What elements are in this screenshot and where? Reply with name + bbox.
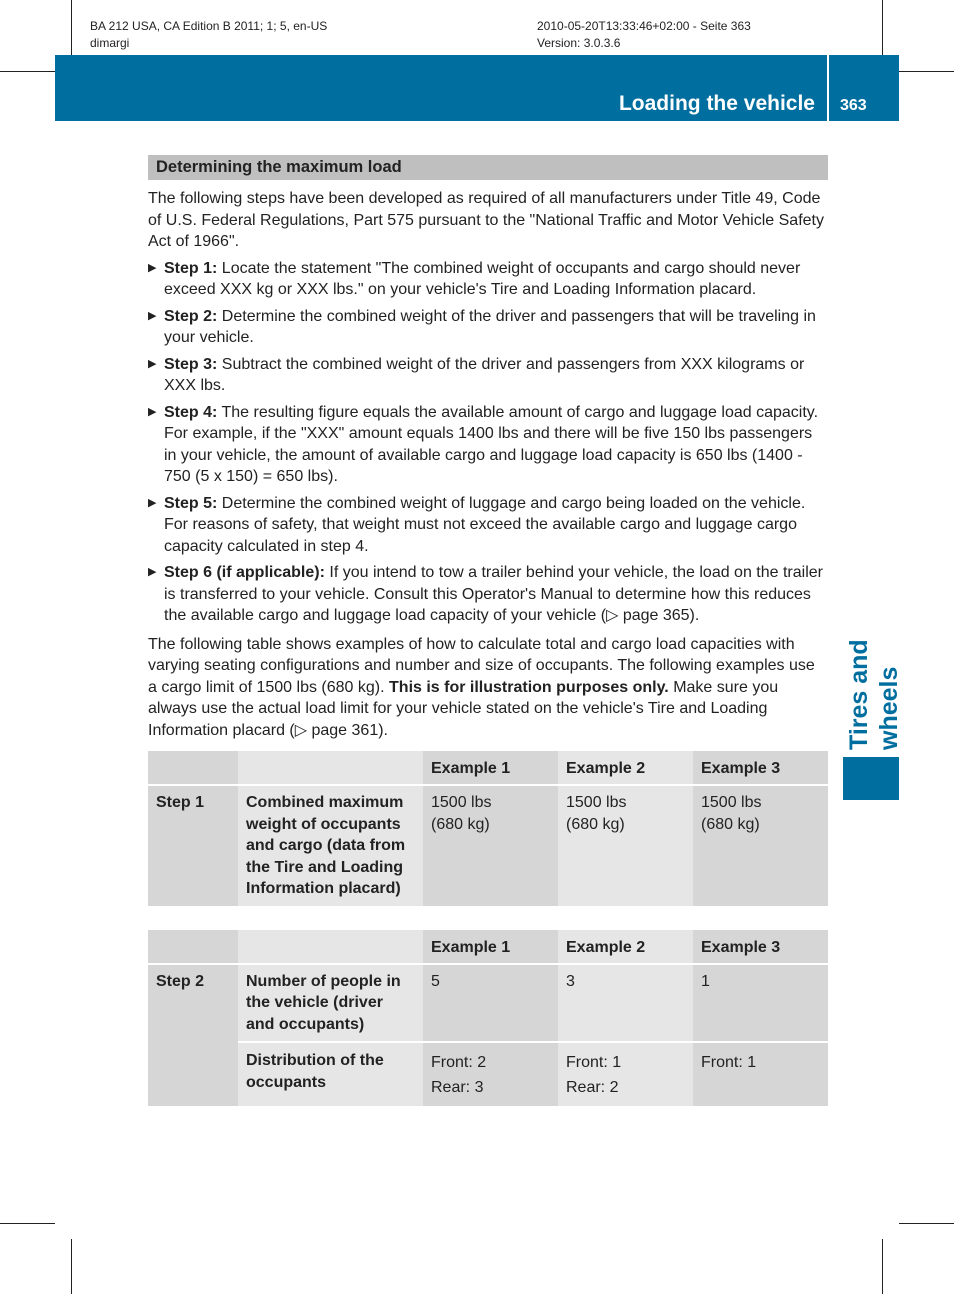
table-header-cell: [148, 751, 238, 785]
step-label: Step 4:: [164, 403, 218, 421]
crop-mark: [71, 1239, 72, 1294]
print-meta-right: 2010-05-20T13:33:46+02:00 - Seite 363 Ve…: [537, 18, 751, 52]
table-header-cell: Example 1: [423, 751, 558, 785]
value-line: Rear: 3: [431, 1079, 484, 1096]
author-info: dimargi: [90, 36, 130, 50]
table-row: Step 1 Combined maximum weight of occupa…: [148, 784, 828, 906]
page-number: 363: [840, 97, 867, 114]
table-row: Step 2 Number of people in the vehicle (…: [148, 962, 828, 1106]
value-cell: 3: [558, 962, 693, 1042]
value-cell: Front: 1 Rear: 2: [558, 1041, 693, 1106]
crop-mark: [71, 0, 72, 55]
step-item: ▶ Step 1: Locate the statement "The combi…: [148, 258, 828, 301]
crop-mark: [899, 71, 954, 72]
table-header-cell: [238, 751, 423, 785]
value-line: Front: 2: [431, 1054, 487, 1071]
row-label-cell: Combined maximum weight of occupants and…: [238, 784, 423, 906]
step-text: Determine the combined weight of luggage…: [164, 494, 806, 555]
value-cell: 1: [693, 962, 828, 1042]
value-cell: 1500 lbs (680 kg): [423, 784, 558, 906]
page-title: Loading the vehicle: [618, 92, 815, 115]
value-line: (680 kg): [566, 815, 625, 833]
table-header-row: Example 1 Example 2 Example 3: [148, 751, 828, 785]
row-label-cell: Distribution of the occupants: [238, 1041, 423, 1106]
table-header-cell: Example 2: [558, 929, 693, 964]
illustration-note: This is for illustration purposes only.: [389, 678, 669, 696]
timestamp-info: 2010-05-20T13:33:46+02:00 - Seite 363: [537, 19, 751, 33]
table-intro-paragraph: The following table shows examples of ho…: [148, 634, 828, 742]
value-line: 1500 lbs: [431, 794, 492, 811]
version-info: Version: 3.0.3.6: [537, 36, 621, 50]
value-cell: 1500 lbs (680 kg): [693, 784, 828, 906]
value-cell: Front: 1: [693, 1041, 828, 1106]
bullet-arrow-icon: ▶: [148, 566, 157, 578]
intro-paragraph: The following steps have been developed …: [148, 190, 824, 250]
page-number-box: 363: [829, 55, 899, 121]
step-item: ▶ Step 5: Determine the combined weight o…: [148, 493, 828, 558]
steps-list: ▶ Step 1: Locate the statement "The combi…: [148, 258, 828, 627]
table-row: Distribution of the occupants Front: 2 Re…: [148, 1041, 828, 1106]
crop-mark: [882, 0, 883, 55]
value-cell: 1500 lbs (680 kg): [558, 784, 693, 906]
value-line: (680 kg): [431, 815, 490, 833]
table-header-cell: Example 2: [558, 751, 693, 785]
step-label: Step 2:: [164, 307, 218, 325]
table-header-cell: [148, 929, 238, 964]
bullet-arrow-icon: ▶: [148, 309, 157, 322]
step-item: ▶ Step 4: The resulting figure equals the…: [148, 402, 828, 488]
step-label: Step 3:: [164, 355, 218, 373]
crop-mark: [0, 1223, 55, 1224]
load-table-step1: Example 1 Example 2 Example 3 Step 1 Com…: [148, 751, 828, 906]
table-header-cell: [238, 929, 423, 964]
crop-mark: [0, 71, 55, 72]
table-header-cell: Example 1: [423, 929, 558, 964]
value-line: Rear: 2: [566, 1079, 619, 1096]
chapter-tab-label: Tires and wheels: [845, 639, 903, 750]
step-cell: Step 1: [148, 784, 238, 906]
print-meta-left: BA 212 USA, CA Edition B 2011; 1; 5, en-…: [90, 18, 327, 52]
bullet-arrow-icon: ▶: [148, 261, 157, 274]
step-label: Step 6 (if applicable):: [164, 564, 325, 581]
step-item: ▶ Step 6 (if applicable): If you intend t…: [148, 562, 828, 627]
table-header-cell: Example 3: [693, 751, 828, 785]
bullet-arrow-icon: ▶: [148, 405, 157, 418]
bullet-arrow-icon: ▶: [148, 496, 157, 509]
value-line: 1500 lbs: [701, 794, 762, 811]
step-label: Step 5:: [164, 494, 218, 512]
crop-mark: [899, 1223, 954, 1224]
value-line: 1500 lbs: [566, 794, 627, 811]
page-header-bar: Loading the vehicle: [55, 55, 827, 121]
edition-info: BA 212 USA, CA Edition B 2011; 1; 5, en-…: [90, 19, 328, 33]
value-line: (680 kg): [701, 815, 760, 833]
step-text: Subtract the combined weight of the driv…: [164, 355, 805, 395]
section-heading: Determining the maximum load: [148, 155, 828, 180]
load-table-step2: Example 1 Example 2 Example 3 Step 2 Num…: [148, 929, 828, 1106]
row-label-cell: Number of people in the vehicle (driver …: [238, 962, 423, 1042]
step-item: ▶ Step 2: Determine the combined weight o…: [148, 306, 828, 349]
step-text: The resulting figure equals the availabl…: [164, 403, 819, 486]
value-cell: Front: 2 Rear: 3: [423, 1041, 558, 1106]
table-header-cell: Example 3: [693, 929, 828, 964]
value-line: Front: 1: [566, 1054, 622, 1071]
step-text: Determine the combined weight of the dri…: [164, 307, 816, 347]
value-cell: 5: [423, 962, 558, 1042]
step-cell: Step 2: [148, 962, 238, 1106]
chapter-tab-marker: [843, 757, 899, 800]
crop-mark: [882, 1239, 883, 1294]
step-text: Locate the statement "The combined weigh…: [164, 259, 801, 299]
step-item: ▶ Step 3: Subtract the combined weight of…: [148, 354, 828, 397]
bullet-arrow-icon: ▶: [148, 357, 157, 370]
step-label: Step 1:: [164, 259, 218, 277]
table-header-row: Example 1 Example 2 Example 3: [148, 929, 828, 964]
value-line: Front: 1: [701, 1054, 757, 1071]
main-content: Determining the maximum load The followi…: [148, 155, 828, 1106]
